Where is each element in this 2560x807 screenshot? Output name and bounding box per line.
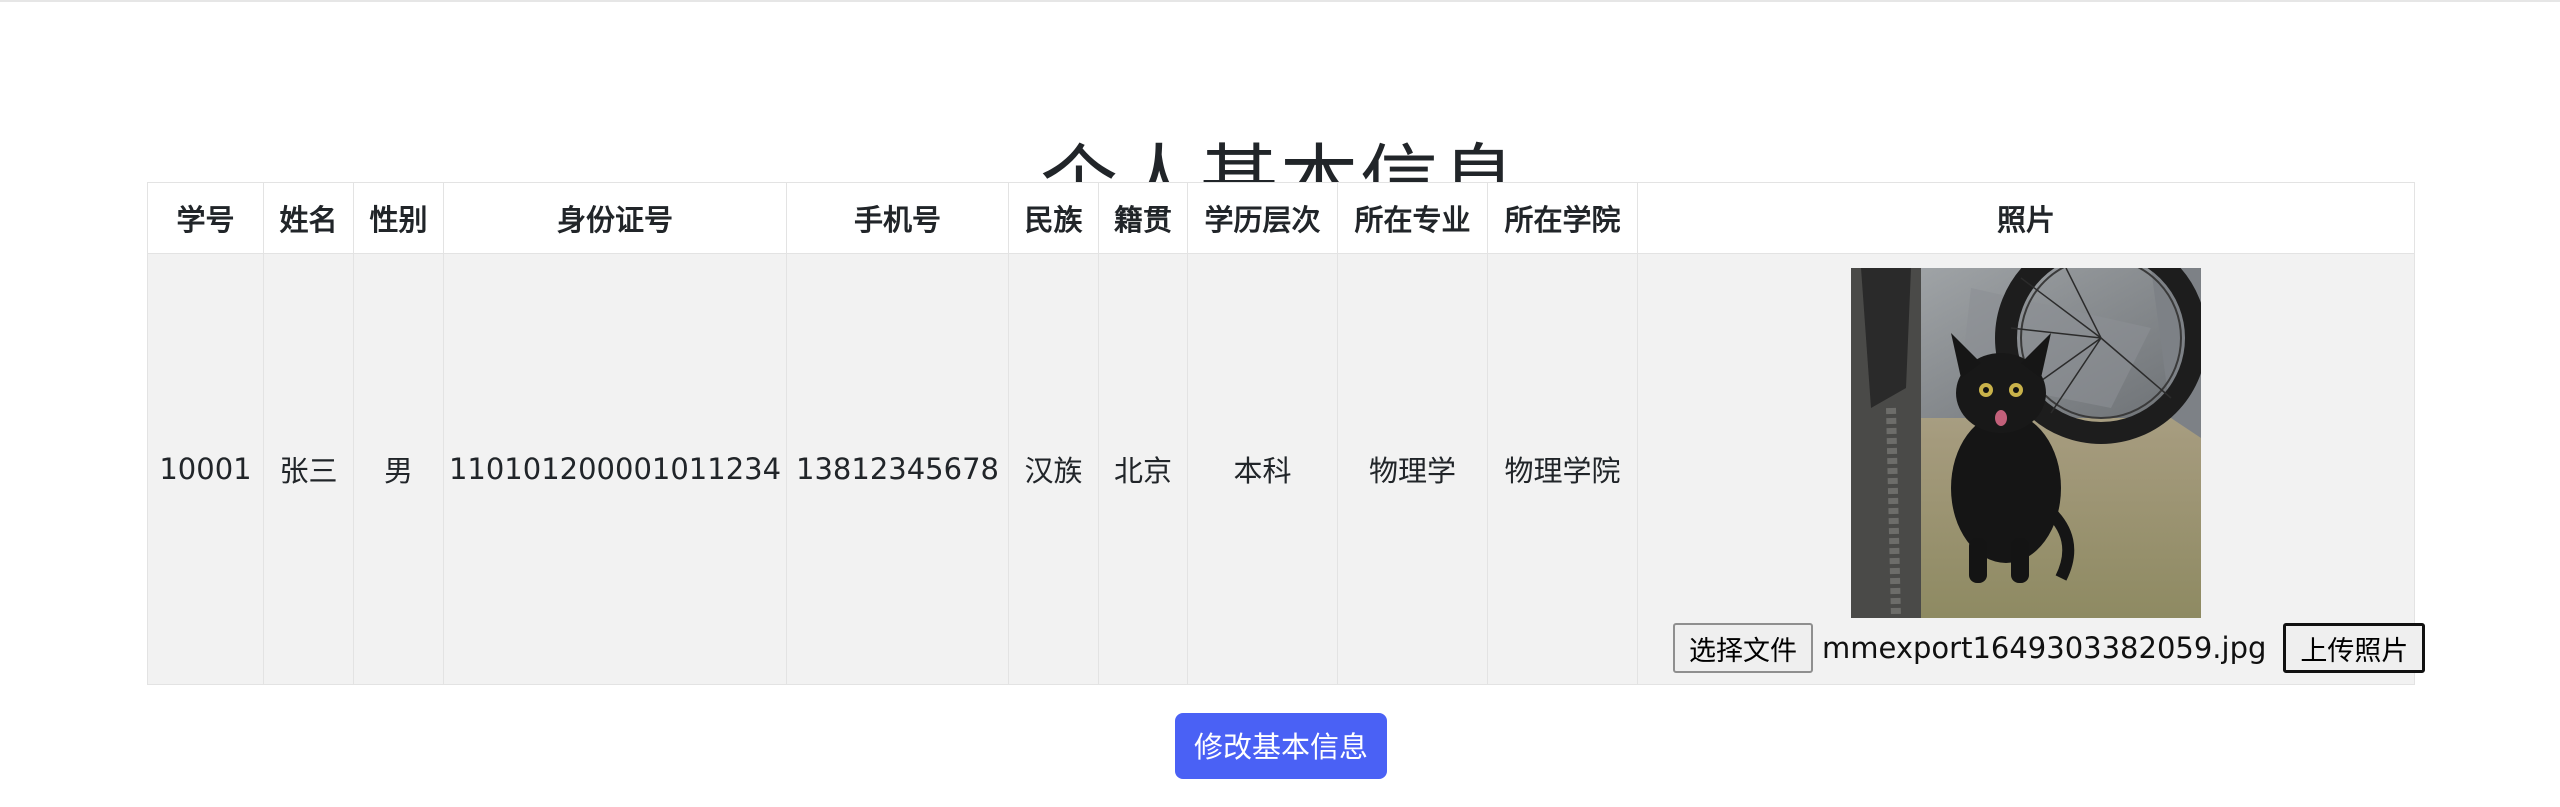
- header-photo: 照片: [1637, 182, 2415, 254]
- cell-student-id: 10001: [147, 253, 264, 685]
- header-id-number: 身份证号: [443, 182, 787, 254]
- cell-name: 张三: [263, 253, 354, 685]
- header-phone: 手机号: [786, 182, 1009, 254]
- header-native-place: 籍贯: [1098, 182, 1188, 254]
- header-college: 所在学院: [1487, 182, 1638, 254]
- modify-info-button[interactable]: 修改基本信息: [1175, 713, 1387, 779]
- header-ethnicity: 民族: [1008, 182, 1099, 254]
- selected-file-name: mmexport1649303382059.jpg: [1822, 631, 2267, 665]
- header-major: 所在专业: [1337, 182, 1488, 254]
- choose-file-button[interactable]: 选择文件: [1673, 623, 1813, 673]
- cell-phone: 13812345678: [786, 253, 1009, 685]
- student-info-table: 学号 姓名 性别 身份证号 手机号 民族 籍贯 学历层次 所在专业 所在学院 照…: [147, 182, 2426, 685]
- cell-ethnicity: 汉族: [1008, 253, 1099, 685]
- cell-major: 物理学: [1337, 253, 1488, 685]
- photo-upload-controls: 选择文件 mmexport1649303382059.jpg 上传照片: [1673, 623, 2426, 673]
- student-photo: [1851, 268, 2201, 618]
- header-gender: 性别: [353, 182, 444, 254]
- cell-college: 物理学院: [1487, 253, 1638, 685]
- cell-native-place: 北京: [1098, 253, 1188, 685]
- cell-gender: 男: [353, 253, 444, 685]
- black-cat-photo-image: [1851, 268, 2201, 618]
- cell-education-level: 本科: [1187, 253, 1338, 685]
- table-header-row: 学号 姓名 性别 身份证号 手机号 民族 籍贯 学历层次 所在专业 所在学院 照…: [147, 182, 2415, 254]
- header-education-level: 学历层次: [1187, 182, 1338, 254]
- cell-id-number: 110101200001011234: [443, 253, 787, 685]
- table-row: 10001 张三 男 110101200001011234 1381234567…: [147, 253, 2426, 685]
- header-name: 姓名: [263, 182, 354, 254]
- top-border: [0, 0, 2560, 2]
- upload-photo-button[interactable]: 上传照片: [2283, 623, 2426, 673]
- header-student-id: 学号: [147, 182, 264, 254]
- cell-photo: 选择文件 mmexport1649303382059.jpg 上传照片: [1637, 253, 2426, 685]
